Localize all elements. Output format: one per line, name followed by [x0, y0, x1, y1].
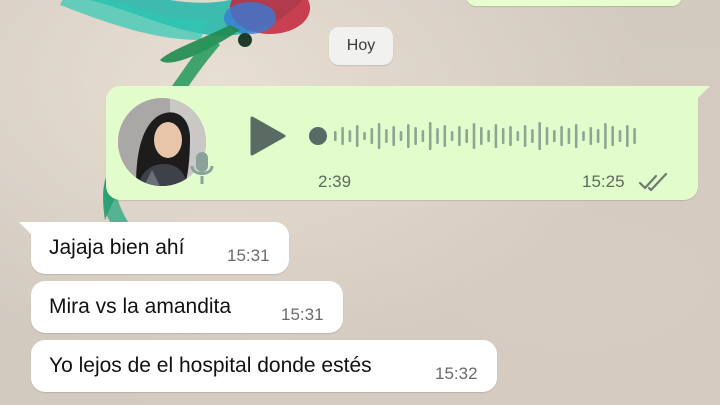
play-icon[interactable]	[246, 114, 288, 158]
waveform-bar	[377, 123, 381, 149]
waveform-bar	[480, 127, 483, 145]
waveform-bar	[472, 123, 476, 149]
incoming-message-bubble[interactable]: Jajaja bien ahí 15:31	[19, 222, 289, 274]
waveform-bar	[494, 124, 498, 148]
waveform-bar	[355, 125, 359, 147]
message-time: 15:31	[227, 246, 270, 265]
waveform-bar	[341, 127, 344, 145]
waveform-bar	[363, 132, 366, 140]
waveform-bar	[523, 125, 527, 147]
audio-waveform[interactable]	[306, 116, 666, 156]
double-check-icon	[638, 172, 668, 192]
microphone-icon	[190, 152, 214, 184]
waveform-bar	[589, 127, 593, 145]
waveform-bar	[501, 128, 505, 144]
waveform-bar	[465, 129, 468, 143]
waveform-bar	[538, 122, 541, 150]
previous-outgoing-bubble[interactable]	[466, 0, 682, 6]
waveform-bar	[626, 125, 629, 147]
waveform-bar	[596, 129, 600, 143]
message-text: Jajaja bien ahí	[49, 236, 185, 259]
waveform-bar	[370, 128, 374, 144]
date-divider-label: Hoy	[346, 37, 376, 54]
bubble-tail	[19, 222, 33, 236]
waveform-bar	[385, 129, 388, 143]
waveform-bar	[567, 128, 571, 144]
waveform-bar	[618, 130, 622, 142]
message-time: 15:25	[582, 172, 625, 191]
bubble-tail	[696, 86, 710, 100]
waveform-bar	[553, 130, 556, 142]
waveform-bar	[334, 131, 337, 141]
waveform-bar	[545, 127, 549, 145]
voice-message-bubble[interactable]: 2:39 15:25	[106, 86, 710, 200]
waveform-bar	[414, 127, 417, 145]
waveform-bar	[582, 131, 585, 141]
waveform-bar	[348, 130, 352, 142]
date-divider: Hoy	[329, 27, 393, 65]
waveform-bar	[560, 126, 563, 146]
waveform-bar	[428, 122, 432, 150]
waveform-bar	[611, 126, 614, 146]
waveform-bar	[604, 123, 607, 149]
waveform-bar	[436, 128, 439, 144]
waveform-bar	[574, 124, 578, 148]
waveform-bar	[443, 125, 447, 147]
waveform-bar	[487, 130, 490, 142]
voice-duration: 2:39	[318, 172, 352, 191]
waveform-bar	[421, 130, 425, 142]
message-text: Mira vs la amandita	[49, 295, 232, 318]
waveform-bar	[399, 131, 403, 141]
message-text: Yo lejos de el hospital donde estés	[49, 354, 372, 377]
message-time: 15:32	[435, 364, 478, 383]
incoming-message-bubble[interactable]: Yo lejos de el hospital donde estés 15:3…	[31, 340, 497, 392]
waveform-bar	[407, 124, 410, 148]
waveform-bar	[633, 128, 636, 144]
waveform-bar	[531, 129, 534, 143]
incoming-message-bubble[interactable]: Mira vs la amandita 15:31	[31, 281, 343, 333]
message-time: 15:31	[281, 305, 324, 324]
waveform-bar	[516, 131, 520, 141]
waveform-scrubber[interactable]	[309, 127, 327, 145]
waveform-bar	[450, 131, 454, 141]
waveform-bar	[458, 126, 461, 146]
waveform-bar	[392, 126, 395, 146]
waveform-bar	[509, 126, 512, 146]
